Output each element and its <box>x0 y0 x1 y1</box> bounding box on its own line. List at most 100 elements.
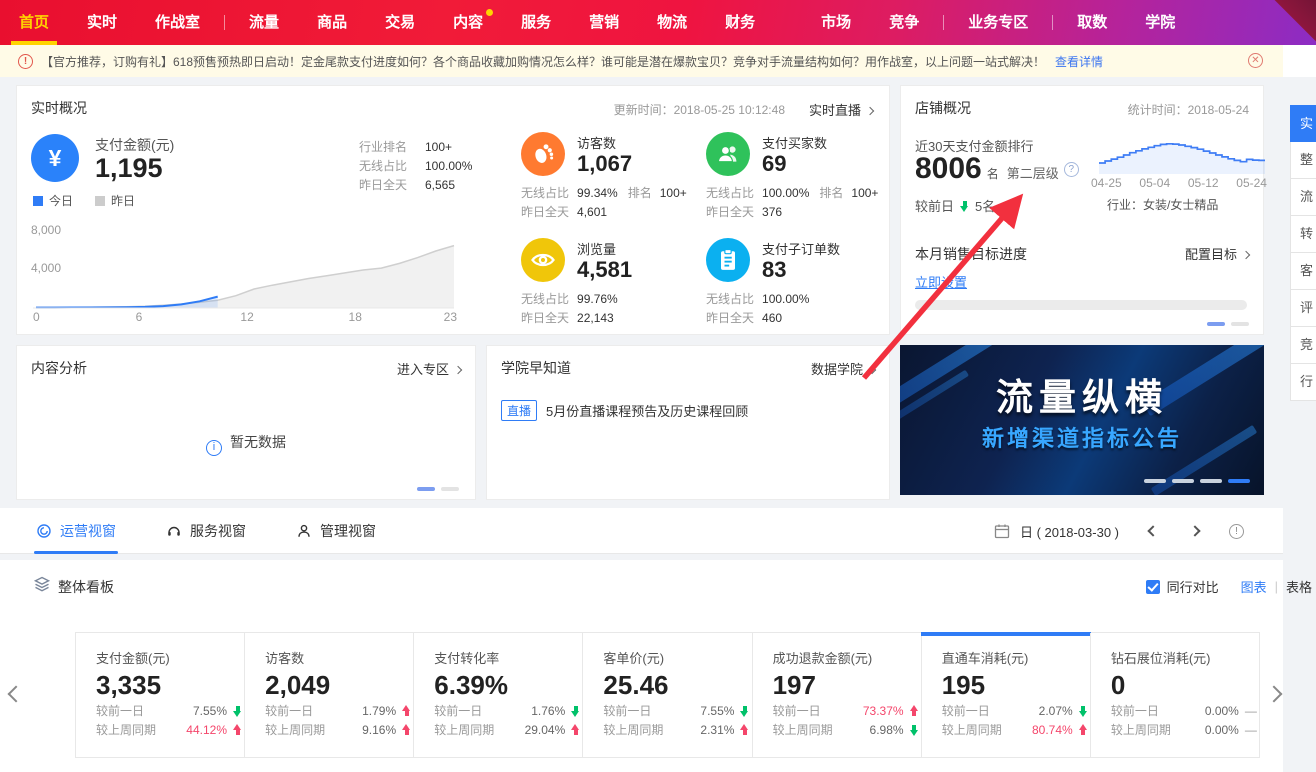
close-icon[interactable] <box>1248 53 1263 68</box>
update-time: 更新时间：2018-05-25 10:12:48 <box>614 101 785 118</box>
metric-label: 支付买家数 <box>762 133 827 152</box>
anchor-item-7[interactable]: 行 <box>1290 364 1316 401</box>
carousel-dot[interactable] <box>1207 322 1225 326</box>
kpi-card-3[interactable]: 客单价(元) 25.46 较前一日7.55% 较上周同期2.31% <box>582 633 751 757</box>
kpi-card-6[interactable]: 钻石展位消耗(元) 0 较前一日0.00%— 较上周同期0.00%— <box>1090 633 1259 757</box>
card-label: 客单价(元) <box>603 648 751 667</box>
kpi-cards-row: 支付金额(元) 3,335 较前一日7.55% 较上周同期44.12%访客数 2… <box>75 632 1260 758</box>
kpi-card-2[interactable]: 支付转化率 6.39% 较前一日1.76% 较上周同期29.04% <box>413 633 582 757</box>
chart-toggle[interactable]: 图表 <box>1241 577 1267 596</box>
nav-item-18[interactable]: 学院 <box>1126 0 1194 45</box>
metric-stat-rows: 无线占比99.76%昨日全天22,143 <box>521 290 628 328</box>
help-icon[interactable] <box>1064 162 1079 177</box>
arrow-up-icon <box>740 724 749 736</box>
carousel-dot[interactable] <box>1231 322 1249 326</box>
anchor-item-0[interactable]: 实 <box>1290 105 1316 142</box>
stat-label: 行业排名 <box>359 138 417 157</box>
promo-banner[interactable]: 流量纵横 新增渠道指标公告 <box>900 345 1264 495</box>
data-college-link[interactable]: 数据学院 <box>811 359 875 378</box>
panel-title: 内容分析 <box>31 358 87 378</box>
card-value: 195 <box>942 670 1090 701</box>
card-delta-row: 较上周同期44.12% <box>96 720 242 739</box>
arrow-down-icon <box>571 705 580 717</box>
carousel-dots <box>417 487 459 491</box>
nav-item-2[interactable]: 作战室 <box>136 0 219 45</box>
anchor-item-5[interactable]: 评 <box>1290 290 1316 327</box>
carousel-dot[interactable] <box>1200 479 1222 483</box>
nav-item-12[interactable]: 市场 <box>802 0 870 45</box>
carousel-dot[interactable] <box>1144 479 1166 483</box>
college-course-item[interactable]: 直播 5月份直播课程预告及历史课程回顾 <box>501 400 748 421</box>
rank-sparkline-chart <box>1099 132 1265 174</box>
kpi-card-0[interactable]: 支付金额(元) 3,335 较前一日7.55% 较上周同期44.12% <box>76 633 244 757</box>
tab-服务视窗[interactable]: 服务视窗 <box>166 508 246 554</box>
chevron-right-icon <box>1242 251 1250 259</box>
kpi-card-1[interactable]: 访客数 2,049 较前一日1.79% 较上周同期9.16% <box>244 633 413 757</box>
date-label[interactable]: 日 ( 2018-03-30 ) <box>1020 522 1119 541</box>
carousel-dot[interactable] <box>1228 479 1250 483</box>
next-date-chevron[interactable] <box>1189 525 1200 536</box>
chevron-right-icon <box>868 366 876 374</box>
info-icon[interactable] <box>1229 524 1244 539</box>
content-analysis-panel: 内容分析 进入专区 暂无数据 <box>16 345 476 500</box>
nav-item-10[interactable]: 物流 <box>638 0 706 45</box>
yen-icon: ¥ <box>31 134 79 182</box>
anchor-item-4[interactable]: 客 <box>1290 253 1316 290</box>
nav-divider <box>1052 15 1053 30</box>
stat-label: 无线占比 <box>359 157 417 176</box>
metric-value: 1,067 <box>577 151 632 177</box>
nav-item-13[interactable]: 竞争 <box>870 0 938 45</box>
nav-item-8[interactable]: 服务 <box>502 0 570 45</box>
nav-item-4[interactable]: 流量 <box>230 0 298 45</box>
card-delta-row: 较上周同期6.98% <box>773 720 919 739</box>
goal-config-link[interactable]: 配置目标 <box>1185 244 1249 263</box>
shop-overview-panel: 店铺概况 统计时间：2018-05-24 近30天支付金额排行 8006 名 第… <box>900 85 1264 335</box>
nav-item-11[interactable]: 财务 <box>706 0 774 45</box>
kpi-card-4[interactable]: 成功退款金额(元) 197 较前一日73.37% 较上周同期6.98% <box>752 633 921 757</box>
nav-item-17[interactable]: 取数 <box>1058 0 1126 45</box>
nav-item-1[interactable]: 实时 <box>68 0 136 45</box>
empty-text: 暂无数据 <box>230 434 286 450</box>
anchor-item-2[interactable]: 流 <box>1290 179 1316 216</box>
legend-swatch-yesterday <box>95 196 105 206</box>
goal-set-link[interactable]: 立即设置 <box>915 272 967 291</box>
enter-zone-link[interactable]: 进入专区 <box>397 359 461 378</box>
card-value: 6.39% <box>434 670 582 701</box>
tab-管理视窗[interactable]: 管理视窗 <box>296 508 376 554</box>
goal-progress-bar <box>915 300 1247 310</box>
kpi-card-5[interactable]: 直通车消耗(元) 195 较前一日2.07% 较上周同期80.74% <box>921 633 1090 757</box>
nav-item-9[interactable]: 营销 <box>570 0 638 45</box>
calendar-icon[interactable] <box>994 523 1010 539</box>
realtime-live-link[interactable]: 实时直播 <box>809 100 873 119</box>
nav-item-0[interactable]: 首页 <box>0 0 68 45</box>
carousel-dot[interactable] <box>417 487 435 491</box>
notification-dot-icon <box>486 9 493 16</box>
tab-运营视窗[interactable]: 运营视窗 <box>36 508 116 554</box>
compare-checkbox[interactable] <box>1146 580 1160 594</box>
anchor-item-6[interactable]: 竞 <box>1290 327 1316 364</box>
realtime-line-chart <box>33 231 457 309</box>
card-delta-row: 较前一日73.37% <box>773 701 919 720</box>
order-icon <box>706 238 750 282</box>
nav-item-15[interactable]: 业务专区 <box>949 0 1047 45</box>
card-value: 25.46 <box>603 670 751 701</box>
x-tick: 05-24 <box>1236 176 1267 190</box>
nav-item-6[interactable]: 交易 <box>366 0 434 45</box>
card-label: 成功退款金额(元) <box>773 648 921 667</box>
nav-item-7[interactable]: 内容 <box>434 0 502 45</box>
live-link-label: 实时直播 <box>809 103 861 118</box>
prev-date-chevron[interactable] <box>1147 525 1158 536</box>
nav-item-5[interactable]: 商品 <box>298 0 366 45</box>
metric-stat-rows: 无线占比100.00%昨日全天460 <box>706 290 819 328</box>
table-toggle[interactable]: 表格 <box>1286 577 1312 596</box>
x-tick: 6 <box>136 310 143 324</box>
anchor-item-1[interactable]: 整 <box>1290 142 1316 179</box>
realtime-overview-panel: 实时概况 更新时间：2018-05-25 10:12:48 实时直播 ¥ 支付金… <box>16 85 890 335</box>
main-metric-stats: 行业排名100+ 无线占比100.00% 昨日全天6,565 <box>359 138 482 195</box>
metric-label: 访客数 <box>577 133 616 152</box>
manage-icon <box>296 523 312 539</box>
carousel-dot[interactable] <box>441 487 459 491</box>
notice-detail-link[interactable]: 查看详情 <box>1055 53 1103 70</box>
anchor-item-3[interactable]: 转 <box>1290 216 1316 253</box>
carousel-dot[interactable] <box>1172 479 1194 483</box>
